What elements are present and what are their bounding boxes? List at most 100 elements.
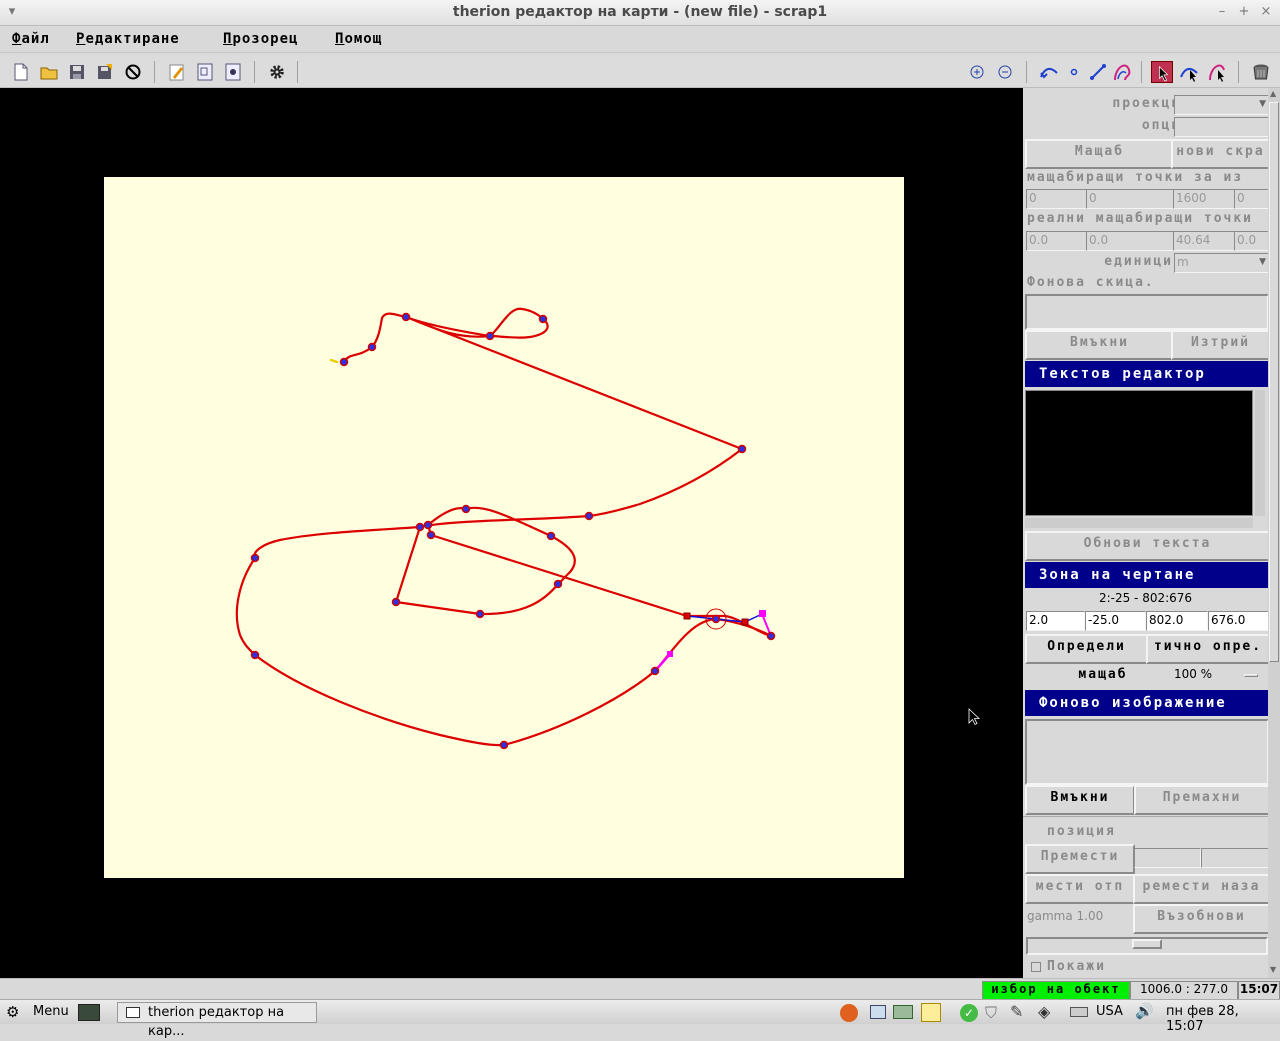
select-button[interactable] [1151,61,1173,83]
text-editor-hscroll[interactable] [1025,518,1253,528]
trash-icon[interactable] [1251,62,1271,82]
drawing-area-header[interactable]: Зона на чертане [1025,562,1280,588]
show-label: Покажи [1047,959,1106,974]
pen-icon[interactable]: ✎ [1010,1002,1028,1022]
workspace-icon[interactable] [893,1005,913,1019]
restore-button[interactable]: Възобнови [1133,904,1270,934]
save-icon[interactable] [67,62,87,82]
settings-icon[interactable] [223,62,243,82]
move-forward-button[interactable]: ремести наза [1133,874,1270,904]
bg-remove-button[interactable]: Премахни [1134,785,1270,815]
scale-button[interactable]: Мащаб [1025,139,1174,169]
update-ok-icon[interactable]: ✓ [960,1004,978,1022]
taskbar-window-button[interactable]: therion редактор на кар... [117,1002,317,1039]
volume-icon[interactable]: 🔊 [1135,1002,1154,1022]
define-button[interactable]: Определи [1025,634,1148,664]
show-checkbox[interactable] [1031,962,1041,972]
status-time: 15:07 [1238,981,1280,1000]
close-icon[interactable] [123,62,143,82]
firefox-icon[interactable] [840,1004,858,1022]
scale-point-y1[interactable]: 0 [1086,189,1174,209]
save-as-icon[interactable] [95,62,115,82]
gear-menu-icon[interactable]: ⚙ [6,1003,19,1021]
gamma-slider[interactable] [1026,937,1268,955]
start-menu-button[interactable]: Menu [33,1004,69,1019]
text-editor-vscroll[interactable] [1255,390,1265,516]
scrollbar-thumb[interactable] [1269,102,1279,662]
area-y2-field[interactable]: 676.0 [1208,611,1269,631]
zoom-in-icon[interactable] [967,62,987,82]
area-x1-field[interactable]: 2.0 [1026,611,1085,631]
options-field[interactable] [1174,117,1269,137]
scale-point-y2[interactable]: 0 [1234,189,1269,209]
compile-icon[interactable] [195,62,215,82]
zoom-menu-button[interactable] [1244,674,1258,677]
real-point-y2[interactable]: 0.0 [1234,231,1269,251]
panel-scrollbar[interactable]: ▲ ▼ [1268,88,1280,978]
toolbar-separator [154,61,155,83]
area-y1-field[interactable]: -25.0 [1085,611,1146,631]
bg-insert-button[interactable]: Вмъкни [1025,785,1135,815]
menu-window[interactable]: Прозорец [223,31,298,47]
real-point-y1[interactable]: 0.0 [1086,231,1174,251]
scrap-drawing[interactable] [0,88,1023,978]
close-window-icon[interactable]: × [1258,4,1274,20]
gear-icon[interactable] [267,62,287,82]
new-file-icon[interactable] [11,62,31,82]
window-list-icon[interactable] [870,1005,886,1019]
scrap-line [235,307,744,747]
projection-select[interactable]: ▼ [1174,95,1269,115]
line-point [553,579,563,589]
position-x-field[interactable] [1134,848,1201,868]
background-image-list[interactable] [1025,719,1269,785]
terminal-icon[interactable] [78,1004,100,1021]
zoom-out-icon[interactable] [995,62,1015,82]
insert-area-icon[interactable] [1112,62,1132,82]
menu-edit[interactable]: Редактиране [76,31,180,47]
select-line-icon[interactable] [1179,62,1199,82]
title-bar: ▾ therion редактор на карти - (new file)… [0,0,1280,26]
drawing-canvas[interactable] [0,88,1023,978]
scale-point-x1[interactable]: 0 [1026,189,1087,209]
keyboard-layout[interactable]: USA [1096,1004,1123,1019]
shield-icon[interactable]: ⛉ [985,1003,1001,1022]
sketch-delete-button[interactable]: Изтрий [1171,330,1270,360]
menu-help[interactable]: Помощ [335,31,382,47]
move-button[interactable]: Премести [1025,844,1135,874]
text-editor-header[interactable]: Текстов редактор [1025,361,1280,387]
open-icon[interactable] [39,62,59,82]
auto-define-button[interactable]: тично опре. [1146,634,1270,664]
notes-icon[interactable] [921,1003,941,1022]
area-x2-field[interactable]: 802.0 [1146,611,1208,631]
insert-line-icon[interactable] [1039,62,1059,82]
toolbar-separator [254,61,255,83]
minimize-icon[interactable]: – [1214,4,1230,20]
scale-point-x2[interactable]: 1600 [1173,189,1235,209]
real-point-x1[interactable]: 0.0 [1026,231,1087,251]
gamma-slider-handle[interactable] [1132,939,1162,949]
network-icon[interactable]: ◈ [1038,1002,1056,1022]
text-editor[interactable] [1025,390,1253,516]
scroll-down-icon[interactable]: ▼ [1270,966,1278,974]
sketch-insert-button[interactable]: Вмъкни [1025,330,1174,360]
zoom-label: мащаб [1078,667,1128,682]
update-text-button[interactable]: Обнови текста [1025,531,1270,561]
menu-file[interactable]: Файл [12,31,50,47]
new-scrap-button[interactable]: нови скра [1171,139,1270,169]
edit-icon[interactable] [167,62,187,82]
real-point-x2[interactable]: 40.64 [1173,231,1235,251]
move-back-button[interactable]: мести отп [1025,874,1135,904]
position-y-field[interactable] [1201,848,1269,868]
taskbar-clock[interactable]: пн фев 28, 15:07 [1166,1004,1280,1034]
insert-point-icon[interactable] [1064,62,1084,82]
keyboard-icon[interactable] [1070,1007,1088,1017]
background-image-header[interactable]: Фоново изображение [1025,690,1280,716]
scroll-up-icon[interactable]: ▲ [1270,90,1278,98]
panel-divider [1023,816,1268,817]
sketch-list[interactable] [1025,294,1269,330]
insert-line-segment-icon[interactable] [1088,62,1108,82]
zoom-value[interactable]: 100 % [1163,667,1223,681]
maximize-icon[interactable]: + [1236,4,1252,20]
select-area-icon[interactable] [1207,62,1227,82]
units-select[interactable]: m ▼ [1174,253,1269,273]
